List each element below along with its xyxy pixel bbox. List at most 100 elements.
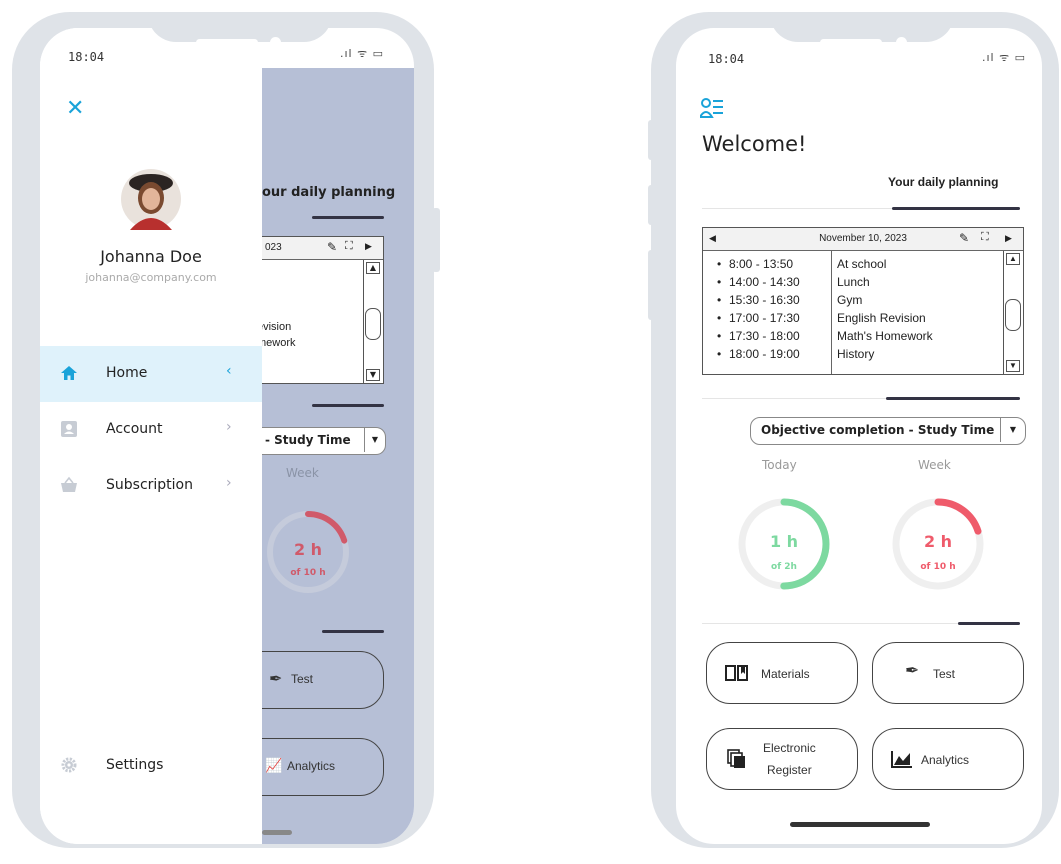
- event-bullet: •: [717, 347, 722, 361]
- page-title: Welcome!: [702, 132, 807, 156]
- materials-label: Materials: [761, 667, 810, 681]
- behind-week-value: 2 h: [293, 540, 323, 559]
- chevron-right-icon: ›: [226, 419, 232, 435]
- chevron-down-icon: ▼: [1000, 418, 1025, 442]
- calendar-events: • 8:00 - 13:50 At school • 14:00 - 14:30 Lunc…: [703, 251, 1023, 374]
- behind-week-label: Week: [286, 466, 319, 480]
- next-arrow-icon[interactable]: ▶: [365, 241, 372, 252]
- behind-tab-indicator: [312, 216, 384, 219]
- section-indicator: [886, 397, 1020, 400]
- dim-overlay[interactable]: our daily planning 023 ✎ ⛶ ▶ ▲ ▼ evision…: [222, 68, 414, 844]
- right-notch: [770, 12, 954, 42]
- buttons-indicator: [958, 622, 1020, 625]
- event-bullet: •: [717, 329, 722, 343]
- event-time: 17:00 - 17:30: [729, 311, 800, 325]
- objective-select[interactable]: Objective completion - Study Time ▼: [750, 417, 1026, 445]
- event-title[interactable]: English Revision: [837, 309, 926, 327]
- test-button[interactable]: ✒ Test: [872, 642, 1024, 704]
- analytics-button[interactable]: Analytics: [872, 728, 1024, 790]
- status-time: 18:04: [708, 52, 745, 66]
- week-value: 2 h: [923, 532, 953, 551]
- close-icon[interactable]: ✕: [66, 98, 84, 120]
- menu-item-settings[interactable]: Settings: [40, 738, 262, 794]
- planning-calendar: ◀ November 10, 2023 ✎ ⛶ ▶ • 8:00 - 13:50 A…: [702, 227, 1024, 375]
- scroll-up-icon[interactable]: ▲: [1006, 253, 1020, 265]
- right-speaker: [820, 39, 882, 46]
- left-phone-screen: our daily planning 023 ✎ ⛶ ▶ ▲ ▼ evision…: [40, 28, 414, 844]
- electronic-register-button[interactable]: Electronic Register: [706, 728, 858, 790]
- event-time: 15:30 - 16:30: [729, 293, 800, 307]
- basket-icon: [61, 476, 77, 492]
- event-time: 14:00 - 14:30: [729, 275, 800, 289]
- book-icon: [725, 665, 748, 681]
- menu-label-account: Account: [106, 421, 163, 437]
- calendar-header: ◀ November 10, 2023 ✎ ⛶ ▶: [703, 228, 1023, 251]
- chart-icon: [891, 751, 912, 768]
- left-phone-power-button: [432, 208, 440, 272]
- status-time: 18:04: [68, 50, 105, 64]
- expand-icon[interactable]: ⛶: [981, 231, 989, 244]
- today-sub: of 2h: [771, 562, 797, 572]
- event-bullet: •: [717, 257, 722, 271]
- feather-icon: ✒: [269, 671, 283, 688]
- avatar[interactable]: [120, 168, 182, 230]
- menu-label-subscription: Subscription: [106, 477, 193, 493]
- event-time: 17:30 - 18:00: [729, 329, 800, 343]
- right-camera: [896, 37, 907, 48]
- scroll-down-icon[interactable]: ▼: [1006, 360, 1020, 372]
- menu-item-subscription[interactable]: Subscription ›: [40, 458, 262, 514]
- event-bullet: •: [717, 311, 722, 325]
- chevron-right-icon: ›: [226, 475, 232, 491]
- status-signal-icons: .ıl ᯤ ▭: [340, 47, 385, 60]
- expand-icon[interactable]: ⛶: [345, 240, 353, 253]
- chart-icon: 📈: [265, 757, 283, 773]
- documents-icon: [727, 749, 745, 768]
- behind-cal-date: 023: [265, 242, 282, 253]
- menu-item-account[interactable]: Account ›: [40, 402, 262, 458]
- next-arrow-icon[interactable]: ▶: [1005, 233, 1012, 244]
- nav-drawer: 18:04 ✕ Johanna Doe johanna@company.com …: [40, 28, 262, 844]
- behind-scrollbar[interactable]: ▲ ▼: [363, 260, 382, 383]
- calendar-date: November 10, 2023: [819, 233, 907, 244]
- scroll-thumb[interactable]: [1005, 299, 1021, 331]
- event-title[interactable]: Lunch: [837, 273, 870, 291]
- user-email: johanna@company.com: [85, 271, 217, 284]
- test-label: Test: [933, 667, 956, 681]
- profile-menu-icon[interactable]: [700, 98, 724, 120]
- right-phone-screen: 18:04 .ıl ᯤ ▭ Welcome! Your daily planni…: [676, 28, 1042, 844]
- behind-planning-tab: our daily planning: [262, 185, 396, 200]
- left-speaker: [196, 39, 258, 46]
- week-label: Week: [918, 458, 951, 472]
- event-title[interactable]: Gym: [837, 291, 862, 309]
- menu-item-home[interactable]: Home ‹: [40, 346, 262, 402]
- edit-icon[interactable]: ✎: [327, 240, 337, 254]
- chevron-left-icon: ‹: [226, 363, 232, 379]
- left-phone-button: [12, 120, 18, 160]
- event-bullet: •: [717, 293, 722, 307]
- user-name: Johanna Doe: [100, 247, 202, 266]
- status-signal-icons: .ıl ᯤ ▭: [982, 51, 1027, 64]
- tab-indicator: [892, 207, 1020, 210]
- behind-objective-select[interactable]: - Study Time ▼: [252, 427, 386, 455]
- event-bullet: •: [717, 275, 722, 289]
- tab-daily-planning[interactable]: Your daily planning: [888, 175, 998, 189]
- behind-divider-indicator: [312, 404, 384, 407]
- materials-button[interactable]: Materials: [706, 642, 858, 704]
- event-title[interactable]: At school: [837, 255, 886, 273]
- event-title[interactable]: Math's Homework: [837, 327, 933, 345]
- today-value: 1 h: [769, 532, 799, 551]
- edit-icon[interactable]: ✎: [959, 231, 969, 245]
- behind-item: evision: [257, 321, 292, 333]
- left-phone-button: [12, 185, 18, 225]
- behind-bottom-indicator: [322, 630, 384, 633]
- behind-item: mework: [257, 337, 296, 349]
- home-indicator: [262, 830, 292, 835]
- right-phone-button: [648, 120, 654, 160]
- right-phone-button: [648, 185, 654, 225]
- behind-week-sub: of 10 h: [290, 568, 326, 578]
- gear-icon: [61, 757, 77, 773]
- today-label: Today: [762, 458, 797, 472]
- menu-label-home: Home: [106, 365, 148, 381]
- calendar-scrollbar[interactable]: ▲ ▼: [1003, 251, 1022, 374]
- event-title[interactable]: History: [837, 345, 874, 363]
